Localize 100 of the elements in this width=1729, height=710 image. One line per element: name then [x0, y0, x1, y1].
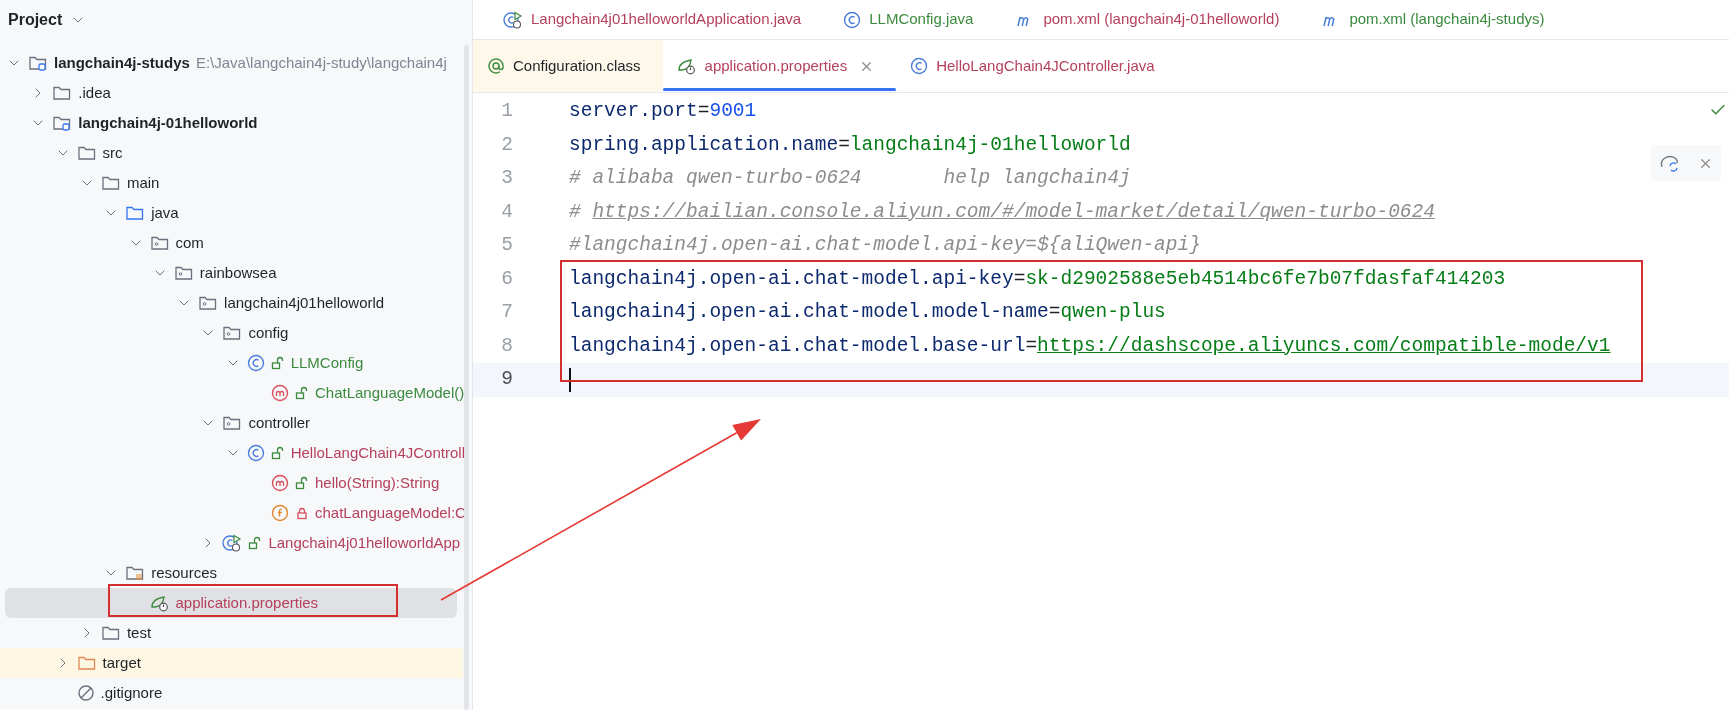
- tree-item[interactable]: chatLanguageModel:C: [0, 498, 466, 528]
- tree-label: langchain4j01helloworld: [224, 292, 385, 313]
- editor-tab[interactable]: pom.xml (langchain4j-studys): [1307, 0, 1559, 39]
- tree-item[interactable]: Langchain4j01helloworldApp: [0, 528, 463, 558]
- line-number: 6: [500, 266, 513, 292]
- code-token: langchain4j-01helloworld: [849, 132, 1131, 158]
- tree-label: config: [248, 322, 289, 343]
- editor-tab[interactable]: LLMConfig.java: [829, 0, 988, 39]
- tab-label: pom.xml (langchain4j-studys): [1349, 9, 1545, 30]
- tree-item[interactable]: langchain4j-01helloworld: [0, 108, 463, 138]
- tree-label: application.properties: [175, 592, 319, 613]
- tab-label: application.properties: [704, 55, 848, 76]
- line-number: 5: [500, 233, 513, 259]
- tree-item[interactable]: resources: [0, 558, 463, 588]
- folder-icon: [100, 624, 121, 642]
- tree-item[interactable]: main: [0, 168, 463, 198]
- class-icon: [910, 57, 929, 75]
- editor-tab[interactable]: Langchain4j01helloworldApplication.java: [489, 0, 816, 39]
- code-token: server.port: [569, 99, 698, 125]
- leaf-power-icon: [676, 57, 697, 75]
- package-folder-icon: [222, 414, 243, 432]
- editor-tab[interactable]: application.properties: [662, 40, 897, 92]
- folder-icon: [76, 144, 97, 162]
- tree-label: .gitignore: [100, 682, 163, 703]
- tree-item[interactable]: LLMConfig: [0, 348, 463, 378]
- class-run-icon: [222, 534, 243, 552]
- tree-item[interactable]: hello(String):String: [0, 468, 463, 498]
- resources-folder-icon: [125, 564, 146, 582]
- line-number: 3: [500, 166, 513, 192]
- tab-label: LLMConfig.java: [869, 9, 974, 30]
- tree-item[interactable]: langchain4j-studys E:\Java\langchain4j-study\langchain4j: [0, 48, 463, 78]
- tree-item[interactable]: .idea: [0, 78, 463, 108]
- tree-label: HelloLangChain4JControll: [290, 442, 465, 463]
- folder-icon: [76, 654, 97, 672]
- code-token: sk-d2902588e5eb4514bc6fe7b07fdasfaf414203: [1025, 266, 1506, 292]
- class-icon: [246, 354, 265, 372]
- code-token: spring.application.name: [569, 132, 839, 158]
- line-number: 9: [500, 367, 513, 393]
- tree-item[interactable]: config: [0, 318, 463, 348]
- tree-item[interactable]: .gitignore: [0, 678, 463, 708]
- module-folder-icon: [52, 114, 73, 132]
- editor-tab[interactable]: HelloLangChain4JController.java: [896, 40, 1177, 92]
- tree-label: ChatLanguageModel():: [315, 382, 469, 403]
- method-icon: [271, 384, 289, 402]
- line-number: 1: [500, 99, 513, 125]
- code-token: https://dashscope.aliyuncs.com/compatible-mode/v1: [1037, 333, 1611, 359]
- tree-label: langchain4j-studys: [54, 52, 190, 73]
- panel-title[interactable]: Project: [8, 8, 63, 32]
- text-cursor: [569, 367, 571, 392]
- line-number: 8: [500, 333, 513, 359]
- at-sign-icon: [487, 57, 505, 75]
- editor-tab[interactable]: Configuration.class: [473, 40, 663, 92]
- package-folder-icon: [149, 234, 170, 252]
- tab-label: HelloLangChain4JController.java: [936, 55, 1155, 76]
- path-hint: E:\Java\langchain4j-study\langchain4j: [195, 52, 447, 73]
- code-token: qwen-plus: [1060, 300, 1166, 326]
- tree-item[interactable]: application.properties: [5, 588, 457, 618]
- package-folder-icon: [198, 294, 219, 312]
- module-folder-icon: [28, 54, 48, 72]
- tree-item[interactable]: controller: [0, 408, 463, 438]
- tree-label: main: [126, 172, 160, 193]
- code-token: langchain4j.open-ai.chat-model.base-url: [569, 333, 1026, 359]
- tree-item[interactable]: HelloLangChain4JControll: [0, 438, 465, 468]
- folder-icon: [100, 174, 121, 192]
- tree-item[interactable]: ChatLanguageModel():: [0, 378, 469, 408]
- code-token: #: [569, 199, 582, 225]
- scrollbar[interactable]: [464, 45, 469, 710]
- code-token: langchain4j.open-ai.chat-model.model-name: [569, 300, 1049, 326]
- class-run-icon: [503, 10, 523, 29]
- tree-label: resources: [151, 562, 218, 583]
- tree-item[interactable]: src: [0, 138, 463, 168]
- tree-label: test: [126, 622, 152, 643]
- folder-icon: [52, 84, 73, 102]
- tree-item[interactable]: langchain4j01helloworld: [0, 288, 463, 318]
- code-token: langchain4j.open-ai.chat-model.api-key: [569, 266, 1014, 292]
- code-token: =: [1025, 333, 1038, 359]
- tree-item[interactable]: target: [0, 648, 463, 678]
- tab-label: Langchain4j01helloworldApplication.java: [531, 9, 802, 30]
- class-icon: [246, 444, 265, 462]
- tree-label: target: [102, 652, 141, 673]
- tree-item[interactable]: com: [0, 228, 463, 258]
- tab-label: pom.xml (langchain4j-01helloworld): [1043, 9, 1280, 30]
- no-entry-icon: [76, 684, 95, 702]
- tree-label: java: [151, 202, 179, 223]
- code-token: # alibaba qwen-turbo-0624 help langchain4j: [569, 166, 1131, 192]
- method-icon: [271, 474, 289, 492]
- tree-label: .idea: [78, 82, 111, 103]
- tree-item[interactable]: java: [0, 198, 463, 228]
- tree-label: Langchain4j01helloworldApp: [268, 532, 461, 553]
- code-token: #langchain4j.open-ai.chat-model.api-key=${aliQwen-api}: [569, 233, 1201, 259]
- package-folder-icon: [222, 324, 243, 342]
- code-token: =: [838, 132, 850, 158]
- tree-item[interactable]: test: [0, 618, 463, 648]
- editor-tab[interactable]: pom.xml (langchain4j-01helloworld): [1001, 0, 1294, 39]
- tab-label: Configuration.class: [513, 55, 641, 76]
- folder-icon: [125, 204, 146, 222]
- line-number: 2: [500, 132, 513, 158]
- tree-label: LLMConfig: [290, 352, 364, 373]
- class-icon: [843, 10, 862, 29]
- tree-item[interactable]: rainbowsea: [0, 258, 463, 288]
